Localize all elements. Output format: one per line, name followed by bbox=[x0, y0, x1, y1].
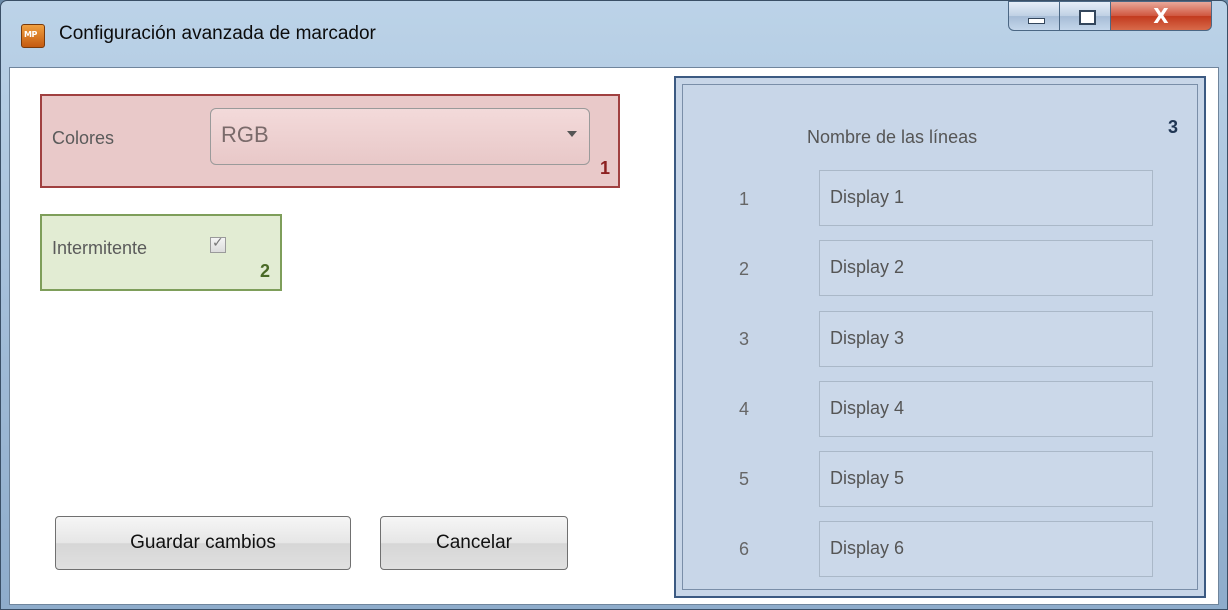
line-name-input[interactable]: Display 5 bbox=[819, 451, 1153, 507]
blink-label: Intermitente bbox=[52, 238, 148, 258]
line-name-value: Display 1 bbox=[830, 187, 905, 207]
close-button[interactable]: X bbox=[1110, 1, 1212, 31]
colors-label: Colores bbox=[52, 128, 115, 148]
maximize-button[interactable] bbox=[1059, 1, 1111, 31]
line-number: 1 bbox=[739, 189, 750, 209]
blink-section: Intermitente ✓ 2 bbox=[40, 214, 282, 291]
line-name-input[interactable]: Display 3 bbox=[819, 311, 1153, 367]
line-names-heading: Nombre de las líneas bbox=[807, 127, 978, 147]
colors-combobox[interactable]: RGB bbox=[210, 108, 590, 165]
section-tag-2: 2 bbox=[260, 261, 271, 281]
window-title: Configuración avanzada de marcador bbox=[59, 23, 376, 44]
app-icon: MP bbox=[21, 24, 45, 48]
colors-section: Colores RGB 1 bbox=[40, 94, 620, 188]
section-tag-1: 1 bbox=[600, 158, 611, 178]
line-number: 6 bbox=[739, 539, 750, 559]
line-name-input[interactable]: Display 6 bbox=[819, 521, 1153, 577]
minimize-button[interactable] bbox=[1008, 1, 1060, 31]
blink-checkbox[interactable]: ✓ bbox=[210, 235, 226, 253]
line-name-input[interactable]: Display 1 bbox=[819, 170, 1153, 226]
minimize-icon bbox=[1028, 18, 1045, 24]
section-tag-3: 3 bbox=[1168, 117, 1179, 137]
cancel-button[interactable]: Cancelar bbox=[380, 516, 568, 570]
chevron-down-icon[interactable] bbox=[567, 131, 577, 137]
line-number: 5 bbox=[739, 469, 750, 489]
maximize-icon bbox=[1079, 10, 1096, 25]
line-name-input[interactable]: Display 2 bbox=[819, 240, 1153, 296]
title-bar[interactable]: MP Configuración avanzada de marcador X bbox=[1, 1, 1227, 67]
line-number: 2 bbox=[739, 259, 750, 279]
colors-combobox-value: RGB bbox=[221, 122, 269, 147]
line-name-value: Display 5 bbox=[830, 468, 905, 488]
line-name-value: Display 4 bbox=[830, 398, 905, 418]
app-icon-text: MP bbox=[24, 30, 37, 39]
line-names-group: Nombre de las líneas 3 1 Display 1 2 Dis… bbox=[682, 84, 1198, 590]
checkmark-icon: ✓ bbox=[212, 235, 224, 251]
close-icon: X bbox=[1153, 4, 1169, 28]
line-names-section: Nombre de las líneas 3 1 Display 1 2 Dis… bbox=[674, 76, 1206, 598]
line-number: 4 bbox=[739, 399, 750, 419]
window-controls: X bbox=[1008, 1, 1212, 32]
dialog-client-area: Colores RGB 1 Intermitente ✓ 2 Guardar c… bbox=[9, 67, 1219, 605]
line-number: 3 bbox=[739, 329, 750, 349]
line-name-input[interactable]: Display 4 bbox=[819, 381, 1153, 437]
line-name-value: Display 2 bbox=[830, 257, 905, 277]
line-name-value: Display 6 bbox=[830, 538, 905, 558]
dialog-window: MP Configuración avanzada de marcador X … bbox=[0, 0, 1228, 610]
save-changes-button[interactable]: Guardar cambios bbox=[55, 516, 351, 570]
line-name-value: Display 3 bbox=[830, 328, 905, 348]
